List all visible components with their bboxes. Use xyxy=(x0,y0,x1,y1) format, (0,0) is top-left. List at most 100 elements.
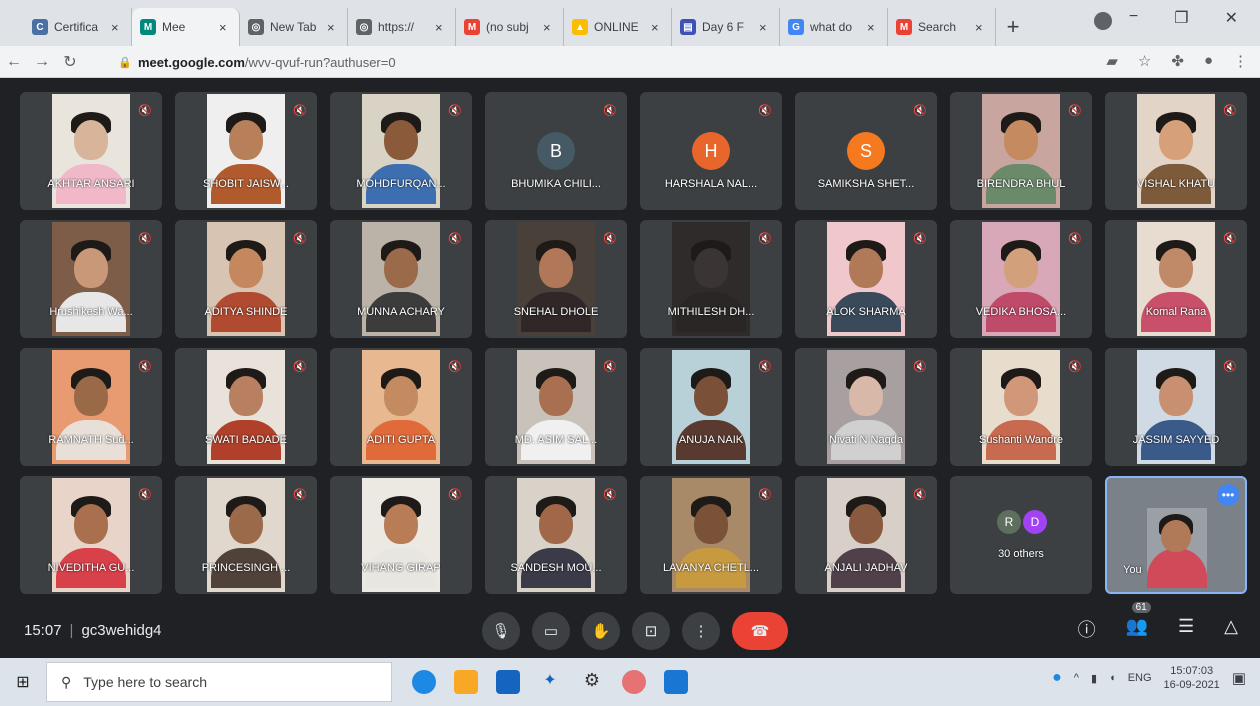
participant-tile[interactable]: 🔇 Komal Rana xyxy=(1105,220,1247,338)
participant-face xyxy=(849,248,883,288)
tab-close-icon[interactable]: × xyxy=(543,20,555,35)
tab-label: Certifica xyxy=(54,20,99,34)
participant-avatar: B xyxy=(537,132,575,170)
tab-close-icon[interactable]: × xyxy=(867,20,879,35)
participant-tile[interactable]: 🔇 JASSIM SAYYED xyxy=(1105,348,1247,466)
participant-tile[interactable]: S 🔇 SAMIKSHA SHET... xyxy=(795,92,937,210)
new-tab-button[interactable]: + xyxy=(996,8,1030,46)
tray-chevron-icon[interactable]: ^ xyxy=(1074,672,1079,684)
participant-tile[interactable]: 🔇 MD. ASIM SAL... xyxy=(485,348,627,466)
tab-close-icon[interactable]: × xyxy=(219,20,231,35)
meet-stage: 🔇 AKHTAR ANSARI 🔇 SHOBIT JAISW... 🔇 MOHDFURQA… xyxy=(0,78,1260,658)
back-arrow-icon[interactable]: ← xyxy=(0,53,28,71)
participant-tile[interactable]: 🔇 SNEHAL DHOLE xyxy=(485,220,627,338)
participant-tile[interactable]: 🔇 SHOBIT JAISW... xyxy=(175,92,317,210)
chat-icon[interactable]: ☰ xyxy=(1178,616,1194,642)
edge-browser-icon[interactable] xyxy=(412,670,436,694)
settings-gear-icon[interactable]: ⚙ xyxy=(580,670,604,694)
browser-tab[interactable]: M Mee × xyxy=(132,8,240,46)
participant-tile[interactable]: 🔇 Sushanti Wandre xyxy=(950,348,1092,466)
leave-call-button[interactable]: ☎ xyxy=(732,612,788,650)
participant-tile[interactable]: 🔇 NIVEDITHA GU... xyxy=(20,476,162,594)
participant-tile[interactable]: 🔇 ANJALI JADHAV xyxy=(795,476,937,594)
reload-icon[interactable]: ↻ xyxy=(56,52,84,72)
browser-tab[interactable]: M Search × xyxy=(888,8,996,46)
dropbox-icon[interactable]: ✦ xyxy=(538,670,562,694)
activities-icon[interactable]: △ xyxy=(1224,616,1238,642)
bookmark-star-icon[interactable]: ☆ xyxy=(1138,52,1151,70)
maximize-icon[interactable]: ❐ xyxy=(1174,8,1188,28)
participant-tile[interactable]: 🔇 VEDIKA BHOSA... xyxy=(950,220,1092,338)
tab-close-icon[interactable]: × xyxy=(111,20,123,35)
participant-tile[interactable]: 🔇 ADITYA SHINDE xyxy=(175,220,317,338)
participant-tile[interactable]: 🔇 SWATI BADADE xyxy=(175,348,317,466)
participant-tile[interactable]: 🔇 SANDESH MOU... xyxy=(485,476,627,594)
participant-tile[interactable]: 🔇 ANUJA NAIK xyxy=(640,348,782,466)
browser-menu-icon[interactable]: ⋮ xyxy=(1233,52,1248,70)
present-screen-button[interactable]: ⊡ xyxy=(632,612,670,650)
participant-tile[interactable]: 🔇 VIHANG GIRAP xyxy=(330,476,472,594)
more-options-button[interactable]: ⋮ xyxy=(682,612,720,650)
close-window-icon[interactable]: ✕ xyxy=(1225,8,1238,28)
network-icon[interactable]: ▮ xyxy=(1091,672,1097,685)
notifications-icon[interactable]: ▣ xyxy=(1232,669,1246,687)
url-input[interactable]: 🔒 meet.google.com/wvv-qvuf-run?authuser=… xyxy=(118,50,1078,74)
tab-close-icon[interactable]: × xyxy=(975,20,987,35)
participant-tile[interactable]: 🔇 MITHILESH DH... xyxy=(640,220,782,338)
browser-tab[interactable]: C Certifica × xyxy=(24,8,132,46)
participant-tile[interactable]: 🔇 ADITI GUPTA xyxy=(330,348,472,466)
profile-avatar-icon[interactable]: ● xyxy=(1204,52,1213,70)
participant-tile[interactable]: 🔇 Nivati N Nagda xyxy=(795,348,937,466)
language-indicator[interactable]: ENG xyxy=(1128,672,1152,684)
browser-tab[interactable]: ◎ New Tab × xyxy=(240,8,348,46)
meeting-info-icon[interactable]: ⓘ xyxy=(1078,616,1096,642)
participant-tile[interactable]: 🔇 AKHTAR ANSARI xyxy=(20,92,162,210)
browser-profile-icon[interactable] xyxy=(1094,12,1112,30)
raise-hand-button[interactable]: ✋ xyxy=(582,612,620,650)
participant-tile[interactable]: 🔇 PRINCESINGH ... xyxy=(175,476,317,594)
microphone-icon: 🎙 xyxy=(491,623,511,640)
browser-tab[interactable]: ▲ ONLINE × xyxy=(564,8,672,46)
participant-name: SWATI BADADE xyxy=(205,434,287,446)
self-view-more-options-icon[interactable]: ••• xyxy=(1217,484,1239,506)
camera-toggle-button[interactable]: ▭ xyxy=(532,612,570,650)
participant-tile[interactable]: 🔇 RAMNATH Sud... xyxy=(20,348,162,466)
participant-tile[interactable]: 🔇 LAVANYA CHETL... xyxy=(640,476,782,594)
camera-indicator-icon[interactable]: ▰ xyxy=(1106,52,1118,70)
minimize-icon[interactable]: − xyxy=(1129,8,1138,28)
participant-tile[interactable]: 🔇 MOHDFURQAN... xyxy=(330,92,472,210)
browser-tab[interactable]: M (no subj × xyxy=(456,8,564,46)
extensions-puzzle-icon[interactable]: ✤ xyxy=(1171,52,1184,70)
tab-close-icon[interactable]: × xyxy=(651,20,663,35)
tray-app-icon[interactable]: ● xyxy=(1052,669,1062,687)
forward-arrow-icon[interactable]: → xyxy=(28,53,56,71)
taskbar-search-input[interactable]: ⚲ Type here to search xyxy=(46,662,392,702)
browser-tab[interactable]: ▤ Day 6 F × xyxy=(672,8,780,46)
microphone-toggle-button[interactable]: 🎙 xyxy=(482,612,520,650)
participant-tile[interactable]: 🔇 BIRENDRA BHUL xyxy=(950,92,1092,210)
taskbar-clock[interactable]: 15:07:03 16-09-2021 xyxy=(1164,664,1220,692)
participant-tile[interactable]: 🔇 MUNNA ACHARY xyxy=(330,220,472,338)
tab-close-icon[interactable]: × xyxy=(759,20,771,35)
browser-tab[interactable]: ◎ https:// × xyxy=(348,8,456,46)
participant-tile[interactable]: B 🔇 BHUMIKA CHILI... xyxy=(485,92,627,210)
participant-tile[interactable]: 🔇 VISHAL KHATU xyxy=(1105,92,1247,210)
others-tile[interactable]: R D 30 others xyxy=(950,476,1092,594)
tab-close-icon[interactable]: × xyxy=(327,20,339,35)
volume-icon[interactable]: ◖ xyxy=(1109,672,1116,684)
windows-start-icon[interactable]: ⊞ xyxy=(0,658,46,706)
tab-close-icon[interactable]: × xyxy=(435,20,447,35)
self-view-tile[interactable]: ••• You xyxy=(1105,476,1247,594)
participant-face xyxy=(1161,520,1191,552)
chrome-browser-icon[interactable] xyxy=(622,670,646,694)
browser-tab[interactable]: Gwhat do × xyxy=(780,8,888,46)
file-explorer-icon[interactable] xyxy=(454,670,478,694)
participant-video xyxy=(672,222,750,336)
participant-tile[interactable]: H 🔇 HARSHALA NAL... xyxy=(640,92,782,210)
word-app-icon[interactable] xyxy=(664,670,688,694)
participant-tile[interactable]: 🔇 ALOK SHARMA xyxy=(795,220,937,338)
participant-tile[interactable]: 🔇 Hrushikesh Wa... xyxy=(20,220,162,338)
tab-label: https:// xyxy=(378,20,415,34)
store-icon[interactable] xyxy=(496,670,520,694)
people-button[interactable]: 61 👥 xyxy=(1126,602,1151,642)
